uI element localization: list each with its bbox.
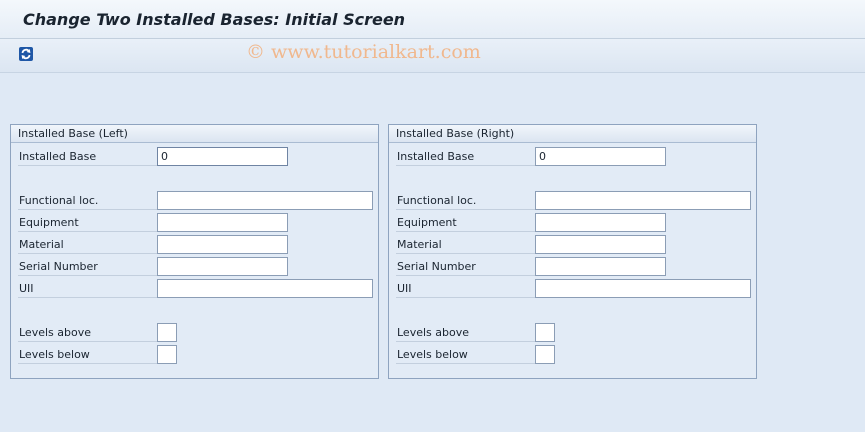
label-installed-base: Installed Base: [18, 147, 157, 166]
installed-base-right-input[interactable]: [535, 147, 666, 166]
label-functional-loc: Functional loc.: [396, 191, 535, 210]
refresh-button[interactable]: [17, 45, 35, 63]
label-levels-above: Levels above: [396, 323, 535, 342]
serial-number-right-input[interactable]: [535, 257, 666, 276]
equipment-left-input[interactable]: [157, 213, 288, 232]
material-left-input[interactable]: [157, 235, 288, 254]
label-levels-below: Levels below: [396, 345, 535, 364]
label-material: Material: [396, 235, 535, 254]
label-functional-loc: Functional loc.: [18, 191, 157, 210]
installed-base-right-group: Installed Base (Right) Installed Base Fu…: [388, 124, 757, 379]
functional-loc-right-input[interactable]: [535, 191, 751, 210]
label-equipment: Equipment: [396, 213, 535, 232]
label-serial-number: Serial Number: [18, 257, 157, 276]
levels-above-right-input[interactable]: [535, 323, 555, 342]
levels-above-left-input[interactable]: [157, 323, 177, 342]
material-right-input[interactable]: [535, 235, 666, 254]
refresh-icon: [19, 47, 33, 61]
label-uii: UII: [18, 279, 157, 298]
serial-number-left-input[interactable]: [157, 257, 288, 276]
label-uii: UII: [396, 279, 535, 298]
installed-base-left-input[interactable]: [157, 147, 288, 166]
equipment-right-input[interactable]: [535, 213, 666, 232]
label-levels-below: Levels below: [18, 345, 157, 364]
installed-base-left-group: Installed Base (Left) Installed Base Fun…: [10, 124, 379, 379]
uii-left-input[interactable]: [157, 279, 373, 298]
page-title: Change Two Installed Bases: Initial Scre…: [23, 10, 406, 29]
label-installed-base: Installed Base: [396, 147, 535, 166]
levels-below-right-input[interactable]: [535, 345, 555, 364]
title-bar: Change Two Installed Bases: Initial Scre…: [0, 0, 865, 39]
watermark: © www.tutorialkart.com: [246, 41, 481, 63]
functional-loc-left-input[interactable]: [157, 191, 373, 210]
levels-below-left-input[interactable]: [157, 345, 177, 364]
group-title-right: Installed Base (Right): [389, 125, 756, 143]
group-title-left: Installed Base (Left): [11, 125, 378, 143]
label-serial-number: Serial Number: [396, 257, 535, 276]
label-levels-above: Levels above: [18, 323, 157, 342]
uii-right-input[interactable]: [535, 279, 751, 298]
label-equipment: Equipment: [18, 213, 157, 232]
label-material: Material: [18, 235, 157, 254]
